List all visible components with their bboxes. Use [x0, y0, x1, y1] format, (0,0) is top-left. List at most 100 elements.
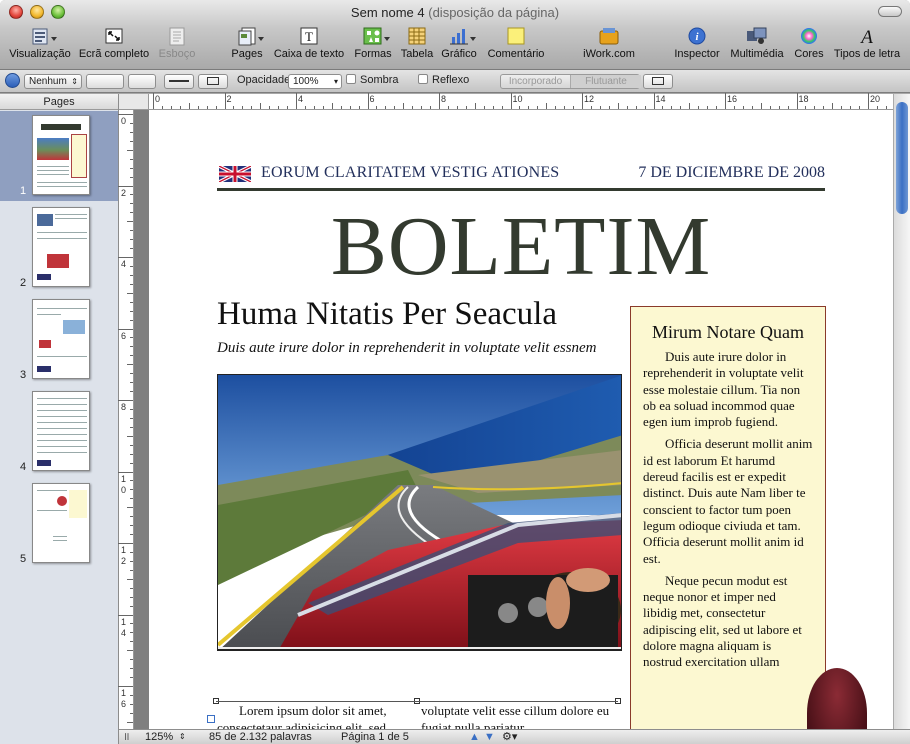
sidebar-paragraph: Neque pecun modut est neque nonor et imp… — [643, 572, 802, 670]
ruler-tick — [751, 106, 753, 109]
ruler-tick — [130, 587, 133, 589]
ruler-tick — [127, 221, 133, 223]
thumb-line — [37, 490, 67, 491]
fullscreen-button[interactable]: Ecrã completo — [78, 26, 150, 66]
view-button[interactable]: Visualização — [9, 26, 71, 66]
ruler-tick-label: 0 — [155, 94, 161, 104]
thumb-line — [37, 238, 87, 239]
ruler-tick — [474, 103, 476, 109]
stepper-icon[interactable]: ⇕ — [179, 730, 186, 744]
ruler-tick — [439, 93, 440, 109]
masthead-tagline: EORUM CLARITATEM VESTIG ATIONES — [261, 164, 560, 181]
ruler-tick — [127, 650, 133, 652]
vertical-scrollbar[interactable] — [893, 94, 910, 729]
ruler-tick — [787, 106, 789, 109]
page-thumbnail-4[interactable]: 4 — [0, 387, 118, 477]
iwork-button[interactable]: iWork.com — [583, 26, 635, 66]
chart-button[interactable]: Gráfico — [441, 26, 477, 66]
ruler-tick — [430, 106, 432, 109]
ruler-tick — [188, 103, 190, 109]
ruler-tick — [582, 93, 583, 109]
shadow-checkbox[interactable]: Sombra — [346, 74, 399, 89]
inspector-button[interactable]: i Inspector — [673, 26, 721, 66]
stroke-width-field[interactable] — [128, 74, 156, 89]
ruler-tick — [127, 364, 133, 366]
previous-page-button[interactable]: ▲ — [469, 730, 480, 744]
fullscreen-label: Ecrã completo — [78, 48, 150, 60]
inline-segment[interactable]: Incorporado — [501, 75, 571, 88]
pages-label: Pages — [231, 48, 263, 60]
pages-button[interactable]: Pages — [230, 26, 264, 66]
page-thumbnail-1[interactable]: 1 — [0, 111, 118, 201]
ruler-tick — [130, 560, 133, 562]
ruler-tick — [130, 677, 133, 679]
ruler-tick — [215, 106, 217, 109]
colors-button[interactable]: Cores — [793, 26, 825, 66]
page-thumbnail-3[interactable]: 3 — [0, 295, 118, 385]
reflection-checkbox[interactable]: Reflexo — [418, 74, 469, 89]
fill-button[interactable] — [198, 74, 228, 89]
scroll-thumb[interactable] — [896, 102, 908, 214]
ruler-tick-label: 1 4 — [121, 616, 127, 638]
shadow-check-box[interactable] — [346, 74, 356, 84]
ruler-tick — [130, 480, 133, 482]
car-road-photo[interactable] — [217, 374, 622, 650]
article-column-2[interactable]: voluptate velit esse cillum dolore eu fu… — [421, 702, 621, 729]
ruler-tick — [130, 623, 133, 625]
ruler-tick — [626, 106, 628, 109]
thumb-line — [55, 214, 87, 215]
thumb-photo — [63, 320, 85, 334]
thumbnail-image — [32, 115, 90, 195]
ruler-tick — [555, 106, 557, 109]
next-page-button[interactable]: ▼ — [484, 730, 495, 744]
outline-label: Esboço — [158, 48, 196, 60]
vertical-ruler[interactable]: 0 2 4 6 8 1 0 1 2 1 4 1 6 — [118, 110, 134, 741]
opacity-field[interactable]: 100% ▾ — [288, 74, 342, 89]
fonts-button[interactable]: A Tipos de letra — [832, 26, 902, 66]
stroke-select[interactable] — [86, 74, 124, 89]
thumb-line — [37, 416, 87, 417]
textbox-button[interactable]: T Caixa de texto — [273, 26, 345, 66]
newsletter-title: BOLETIM — [330, 200, 712, 293]
sidebar-paragraph: Duis aute irure dolor in reprehenderit i… — [643, 349, 804, 430]
ruler-tick — [635, 106, 637, 109]
ruler-tick — [876, 106, 878, 109]
text-flow-icon[interactable] — [207, 715, 215, 723]
pane-split-icon[interactable]: ॥ — [123, 730, 130, 744]
document-canvas[interactable]: EORUM CLARITATEM VESTIG ATIONES 7 DE DIC… — [134, 110, 893, 729]
ruler-tick — [130, 668, 133, 670]
thumb-photo — [37, 214, 53, 226]
ruler-tick — [394, 106, 396, 109]
outline-button[interactable]: Esboço — [156, 26, 198, 66]
horizontal-ruler[interactable]: 0 2 4 6 8 10 12 14 16 18 20 — [119, 93, 905, 110]
ruler-tick — [412, 106, 414, 109]
page-thumbnail-5[interactable]: 5 — [0, 479, 118, 569]
thumb-photo — [47, 254, 69, 268]
paragraph-styles-icon[interactable] — [5, 73, 20, 88]
table-button[interactable]: Tabela — [400, 26, 434, 66]
page-thumbnail-2[interactable]: 2 — [0, 203, 118, 293]
comment-button[interactable]: Comentário — [486, 26, 546, 66]
toolbar-toggle-button[interactable] — [878, 6, 902, 17]
ruler-tick — [716, 106, 718, 109]
ruler-tick — [680, 106, 682, 109]
ruler-tick — [689, 103, 691, 109]
ruler-tick — [118, 328, 133, 330]
zoom-value[interactable]: 125% — [145, 730, 173, 744]
wrap-button[interactable] — [643, 74, 673, 89]
ruler-tick-label: 8 — [441, 94, 447, 104]
ruler-tick — [170, 106, 172, 109]
floating-segment[interactable]: Flutuante — [571, 75, 641, 88]
gear-icon[interactable]: ⚙▾ — [502, 730, 517, 744]
reflection-check-box[interactable] — [418, 74, 428, 84]
page-1[interactable]: EORUM CLARITATEM VESTIG ATIONES 7 DE DIC… — [149, 110, 893, 729]
ruler-tick-label: 8 — [121, 402, 127, 412]
page-indicator: Página 1 de 5 — [341, 731, 409, 743]
sidebar-textbox[interactable]: Mirum Notare Quam Duis aute irure dolor … — [630, 306, 826, 729]
media-button[interactable]: Multimédia — [728, 26, 786, 66]
style-select[interactable]: Nenhum ⇕ — [24, 74, 82, 89]
chart-label: Gráfico — [441, 48, 477, 60]
article-column-1[interactable]: Lorem ipsum dolor sit amet, consectetaur… — [217, 702, 417, 729]
line-style-button[interactable] — [164, 74, 194, 89]
shapes-button[interactable]: Formas — [353, 26, 393, 66]
